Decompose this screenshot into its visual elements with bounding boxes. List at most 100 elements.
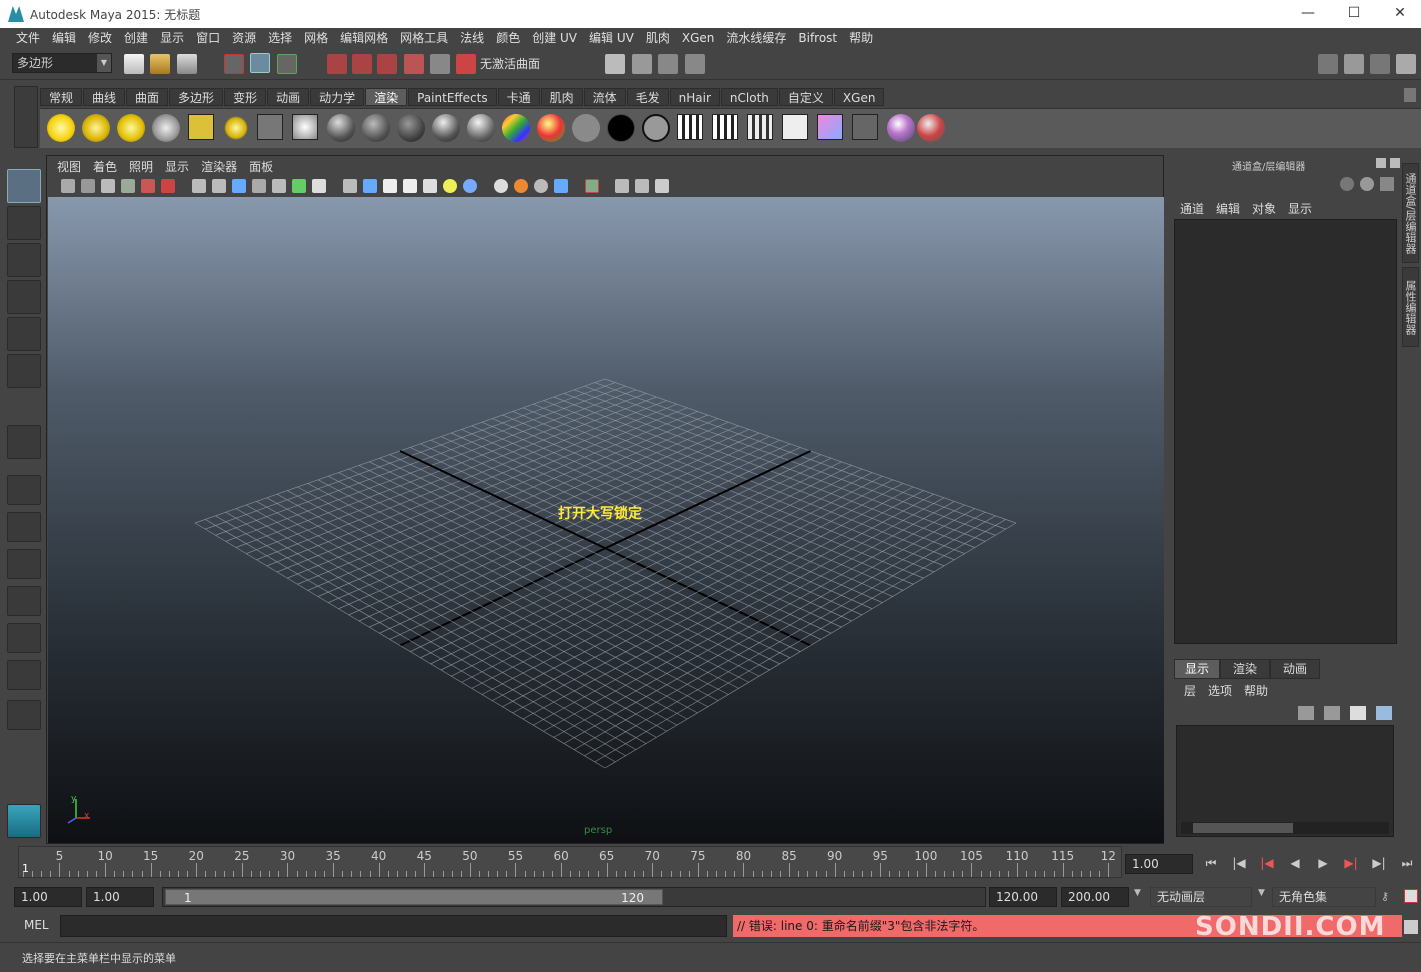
select-component-icon[interactable] [277,54,297,74]
menu-bifrost[interactable]: Bifrost [792,28,843,48]
gate-mask-icon[interactable] [252,179,266,193]
chevron-down-icon[interactable]: ▼ [1134,888,1146,898]
render-settings-icon[interactable] [685,54,705,74]
side-tab-attribute-editor[interactable]: 属性编辑器 [1402,267,1419,347]
wireframe-icon[interactable] [343,179,357,193]
command-input[interactable] [60,915,727,937]
anisotropic-shader-icon[interactable] [327,114,355,142]
ipr-render-icon[interactable] [658,54,678,74]
grease-pencil-icon[interactable] [161,179,175,193]
image-plane-icon[interactable] [121,179,135,193]
shelf-tab-toon[interactable]: 卡通 [497,88,540,106]
toggle-attribute-editor-icon[interactable] [1344,54,1364,74]
shelf-tab-xgen[interactable]: XGen [833,88,885,106]
menu-edit-uv[interactable]: 编辑 UV [583,28,640,48]
spot-light-icon[interactable] [152,114,180,142]
viewport-menu-panels[interactable]: 面板 [243,156,279,176]
toggle-tool-settings-icon[interactable] [1370,54,1390,74]
smooth-shade-icon[interactable] [363,179,377,193]
select-camera-icon[interactable] [61,179,75,193]
anim-layer-dropdown[interactable]: 无动画层 [1150,887,1252,907]
animation-prefs-icon[interactable] [1404,889,1418,903]
four-view-layout-icon[interactable] [7,512,41,542]
wireframe-on-shaded-icon[interactable] [383,179,397,193]
menu-create-uv[interactable]: 创建 UV [526,28,583,48]
render-current-frame-icon[interactable] [677,114,703,140]
float-panel-icon[interactable] [1376,158,1386,168]
new-layer-selected-icon[interactable] [1376,706,1392,720]
motion-blur-icon[interactable] [514,179,528,193]
anti-aliasing-icon[interactable] [534,179,548,193]
layer-tab-render[interactable]: 渲染 [1220,659,1271,679]
safe-title-icon[interactable] [312,179,326,193]
move-layer-up-icon[interactable] [1298,706,1314,720]
play-forwards-icon[interactable]: ▶ [1314,856,1332,870]
viewport-menu-shading[interactable]: 着色 [87,156,123,176]
step-forward-key-icon[interactable]: ▶| [1342,856,1360,870]
paint-tool-icon[interactable] [917,114,945,142]
move-layer-down-icon[interactable] [1324,706,1340,720]
ipr-render-icon[interactable] [712,114,738,140]
render-settings-icon[interactable] [782,114,808,140]
custom-layout-icon[interactable] [7,660,41,690]
scale-tool-icon[interactable] [7,354,41,388]
shelf-tab-muscle[interactable]: 肌肉 [540,88,583,106]
layer-menu-layers[interactable]: 层 [1178,682,1202,699]
manipulator-icon[interactable] [1340,177,1354,191]
film-gate-icon[interactable] [212,179,226,193]
shelf-tab-dynamics[interactable]: 动力学 [310,88,365,106]
last-tool-icon[interactable] [7,425,41,459]
menu-pipeline-cache[interactable]: 流水线缓存 [720,28,792,48]
layer-menu-help[interactable]: 帮助 [1238,682,1274,699]
end-time-field[interactable]: 200.00 [1061,887,1129,907]
range-slider-track[interactable]: 1 120 [162,887,986,907]
hypershade-icon[interactable] [817,114,843,140]
select-hierarchy-icon[interactable] [224,54,244,74]
persp-outliner-layout-icon[interactable] [7,549,41,579]
range-slider-bar[interactable]: 1 120 [165,889,663,905]
magnet-icon[interactable] [456,54,476,74]
viewport-menu-show[interactable]: 显示 [159,156,195,176]
menu-select[interactable]: 选择 [262,28,298,48]
select-tool-icon[interactable] [7,169,41,203]
menu-muscle[interactable]: 肌肉 [640,28,676,48]
menu-create[interactable]: 创建 [118,28,154,48]
surface-shader-icon[interactable] [572,114,600,142]
time-ruler[interactable]: 5 10 15 20 25 30 35 40 45 50 55 60 65 70 75 80 85 90 95 100… [18,846,1122,878]
shelf-tab-fur[interactable]: 毛发 [626,88,669,106]
open-scene-icon[interactable] [150,54,170,74]
grid-icon[interactable] [192,179,206,193]
phong-shader-icon[interactable] [432,114,460,142]
phonge-shader-icon[interactable] [467,114,495,142]
lasso-tool-icon[interactable] [7,206,41,240]
select-object-icon[interactable] [250,53,270,73]
layer-list[interactable] [1176,725,1394,837]
snap-point-icon[interactable] [377,54,397,74]
layered-shader-icon[interactable] [537,114,565,142]
textured-icon[interactable] [423,179,437,193]
channel-menu-channels[interactable]: 通道 [1174,200,1210,217]
field-chart-icon[interactable] [272,179,286,193]
menu-modify[interactable]: 修改 [82,28,118,48]
shelf-tab-painteffects[interactable]: PaintEffects [408,88,497,106]
close-panel-icon[interactable] [1390,158,1400,168]
resolution-gate-icon[interactable] [232,179,246,193]
shelf-tab-animation[interactable]: 动画 [267,88,310,106]
menu-xgen[interactable]: XGen [676,28,721,48]
point-light-icon[interactable] [117,114,145,142]
layer-scrollbar[interactable] [1181,822,1389,834]
snap-view-plane-icon[interactable] [404,54,424,74]
bookmarks-icon[interactable] [101,179,115,193]
2d-pan-zoom-icon[interactable] [141,179,155,193]
channel-menu-object[interactable]: 对象 [1246,200,1282,217]
layer-tab-display[interactable]: 显示 [1174,659,1221,679]
layer-menu-options[interactable]: 选项 [1202,682,1238,699]
close-button[interactable]: ✕ [1377,0,1421,28]
area-light-icon[interactable] [188,114,214,140]
hyperbolic-icon[interactable] [1380,177,1394,191]
menu-mesh[interactable]: 网格 [298,28,334,48]
save-scene-icon[interactable] [177,54,197,74]
new-scene-icon[interactable] [124,54,144,74]
hypershade-layout-icon[interactable] [7,623,41,653]
camera-icon[interactable] [257,114,283,140]
